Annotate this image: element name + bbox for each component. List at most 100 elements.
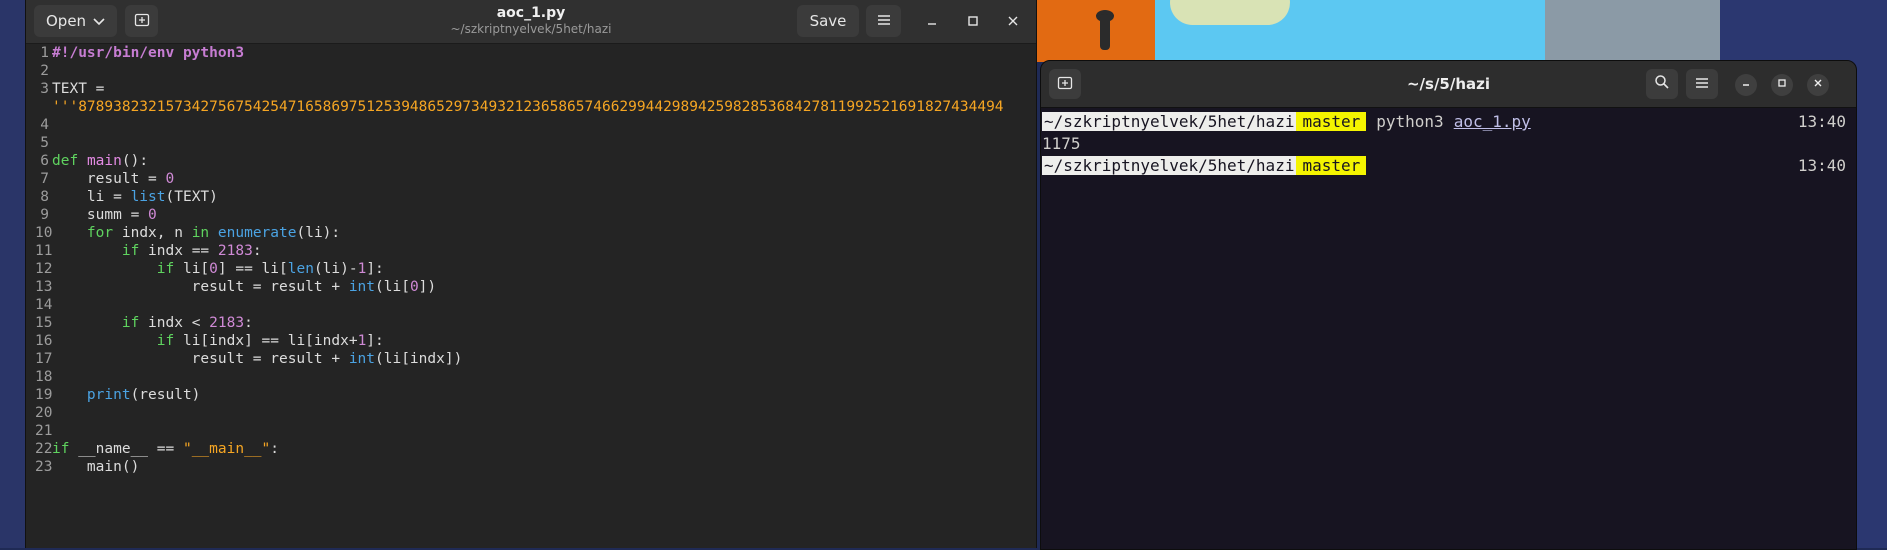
line-number: 7 [40, 171, 49, 187]
main-menu-button[interactable] [866, 5, 901, 37]
code-line: 6 def main(): [26, 152, 1036, 170]
code-text: li = list(TEXT) [52, 188, 218, 206]
line-number: 3 [40, 81, 49, 97]
code-line: 10 for indx, n in enumerate(li): [26, 224, 1036, 242]
wallpaper-orange-area [1030, 0, 1155, 62]
code-token: : [270, 441, 280, 457]
line-number: 23 [35, 459, 53, 475]
code-token: 0 [409, 279, 419, 295]
maximize-icon[interactable] [963, 12, 983, 32]
code-token: (li)- [313, 261, 358, 277]
line-number: 15 [35, 315, 53, 331]
code-token: def [52, 153, 79, 169]
code-line: 4 [26, 116, 1036, 134]
minimize-icon[interactable] [922, 12, 942, 32]
code-line: 8 li = list(TEXT) [26, 188, 1036, 206]
code-text: main() [52, 458, 139, 476]
hamburger-menu-icon [1695, 75, 1709, 93]
code-text: def main(): [52, 152, 148, 170]
line-number: 1 [40, 45, 49, 61]
code-line: 18 [26, 368, 1036, 386]
code-token: ]: [366, 333, 384, 349]
terminal-line: ~/szkriptnyelvek/5het/hazi master 13:40 [1042, 155, 1856, 177]
code-token: ]) [418, 279, 437, 295]
code-text: if __name__ == "__main__": [52, 440, 279, 458]
code-editor[interactable]: 1 #!/usr/bin/env python3 2 3 TEXT = '''878938… [26, 44, 1036, 548]
line-number: 9 [40, 207, 49, 223]
code-token: (): [121, 153, 149, 169]
code-line: 19 print(result) [26, 386, 1036, 404]
code-line: '''8789382321573427567542547165869751253… [26, 98, 1036, 116]
prompt-path: ~/szkriptnyelvek/5het/hazi [1042, 112, 1297, 131]
code-line: 3 TEXT = [26, 80, 1036, 98]
code-token: 0 [148, 207, 157, 223]
line-number: 8 [40, 189, 49, 205]
code-token: indx < [139, 315, 210, 331]
code-text: summ = 0 [52, 206, 157, 224]
line-number: 21 [35, 423, 53, 439]
code-token: (TEXT) [165, 189, 218, 205]
code-token: : [252, 243, 262, 259]
line-number: 18 [35, 369, 53, 385]
maximize-icon[interactable] [1771, 74, 1793, 96]
line-number: 10 [35, 225, 53, 241]
code-token: 0 [165, 171, 175, 187]
close-icon[interactable] [1807, 74, 1829, 96]
code-line: 22 if __name__ == "__main__": [26, 440, 1036, 458]
minimize-icon[interactable] [1735, 74, 1757, 96]
code-token: result = [52, 171, 166, 187]
code-token: result = result + [52, 279, 349, 295]
prompt-time: 13:40 [1797, 112, 1846, 131]
command-argument: aoc_1.py [1453, 112, 1531, 131]
line-number: 6 [40, 153, 49, 169]
code-line: 12 if li[0] == li[len(li)-1]: [26, 260, 1036, 278]
code-text: '''8789382321573427567542547165869751253… [52, 98, 1004, 116]
code-text: if li[indx] == li[indx+1]: [52, 332, 384, 350]
editor-headerbar: Open aoc_1.py ~/szkriptnyelvek/5het/hazi… [26, 0, 1036, 44]
line-number: 12 [35, 261, 53, 277]
code-line: 11 if indx == 2183: [26, 242, 1036, 260]
code-token: for [86, 225, 114, 241]
code-token: print [86, 387, 131, 403]
code-token: 2183 [217, 243, 253, 259]
line-number: 17 [35, 351, 53, 367]
code-token: ] == li[ [217, 261, 288, 277]
code-token: enumerate [217, 225, 297, 241]
prompt-time: 13:40 [1797, 156, 1846, 175]
code-line: 2 [26, 62, 1036, 80]
code-token: li[ [174, 261, 210, 277]
code-token: (li[ [375, 279, 410, 295]
code-text: if indx < 2183: [52, 314, 253, 332]
code-line: 9 summ = 0 [26, 206, 1036, 224]
search-icon [1654, 74, 1670, 94]
code-line: 7 result = 0 [26, 170, 1036, 188]
code-token: result = result + [52, 351, 349, 367]
terminal-menu-button[interactable] [1686, 69, 1718, 99]
line-number: 19 [35, 387, 53, 403]
command-name: python3 [1376, 112, 1444, 131]
code-line: 14 [26, 296, 1036, 314]
code-token: '''8789382321573427567542547165869751253… [52, 99, 1004, 115]
wallpaper-cloud [1170, 0, 1290, 25]
save-button[interactable]: Save [797, 5, 859, 37]
code-token: int [348, 351, 376, 367]
code-token: li = [52, 189, 131, 205]
code-token: __name__ == [69, 441, 183, 457]
terminal-line: 1175 [1042, 133, 1856, 155]
close-icon[interactable] [1003, 12, 1023, 32]
terminal-output[interactable]: ~/szkriptnyelvek/5het/hazi master python3 a… [1042, 111, 1856, 177]
code-token: if [121, 243, 140, 259]
code-line: 1 #!/usr/bin/env python3 [26, 44, 1036, 62]
text-editor-window: Open aoc_1.py ~/szkriptnyelvek/5het/hazi… [25, 0, 1037, 548]
code-token: in [191, 225, 210, 241]
search-button[interactable] [1646, 69, 1678, 99]
code-text: if li[0] == li[len(li)-1]: [52, 260, 384, 278]
code-token: : [244, 315, 253, 331]
code-token: main() [52, 459, 140, 475]
